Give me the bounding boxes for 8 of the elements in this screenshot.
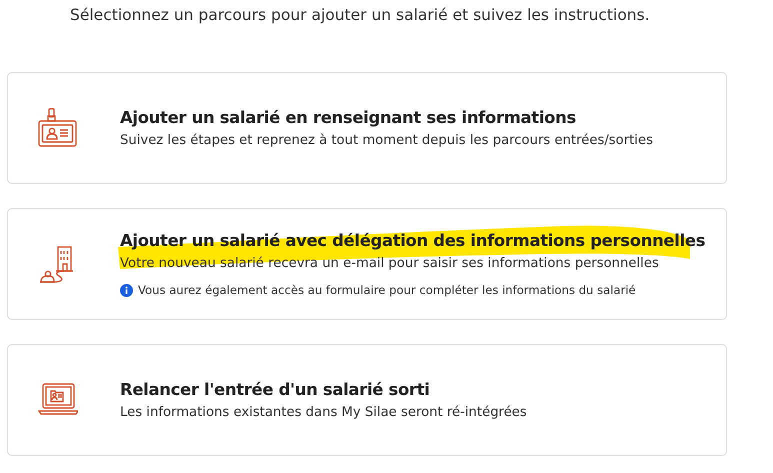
card-description: Suivez les étapes et reprenez à tout moment depuis les parcours entrées/sorties	[120, 133, 653, 148]
card-title: Ajouter un salarié en renseignant ses informations	[120, 108, 577, 127]
info-note: Vous aurez également accès au formulaire pour compléter les informations du salarié	[138, 283, 636, 297]
card-description: Les informations existantes dans My Silae seront ré-intégrées	[120, 405, 527, 420]
option-card[interactable]: Ajouter un salarié en renseignant ses informations Suivez les étapes et reprenez à tout moment depuis les parcours entrées/sorties	[7, 72, 727, 184]
card-title: Relancer l'entrée d'un salarié sorti	[120, 380, 431, 399]
intro-text: Sélectionnez un parcours pour ajouter un salarié et suivez les instructions.	[70, 5, 651, 26]
option-card[interactable]: Relancer l'entrée d'un salarié sorti Les informations existantes dans My Silae seront ré-intégrées	[7, 344, 727, 456]
